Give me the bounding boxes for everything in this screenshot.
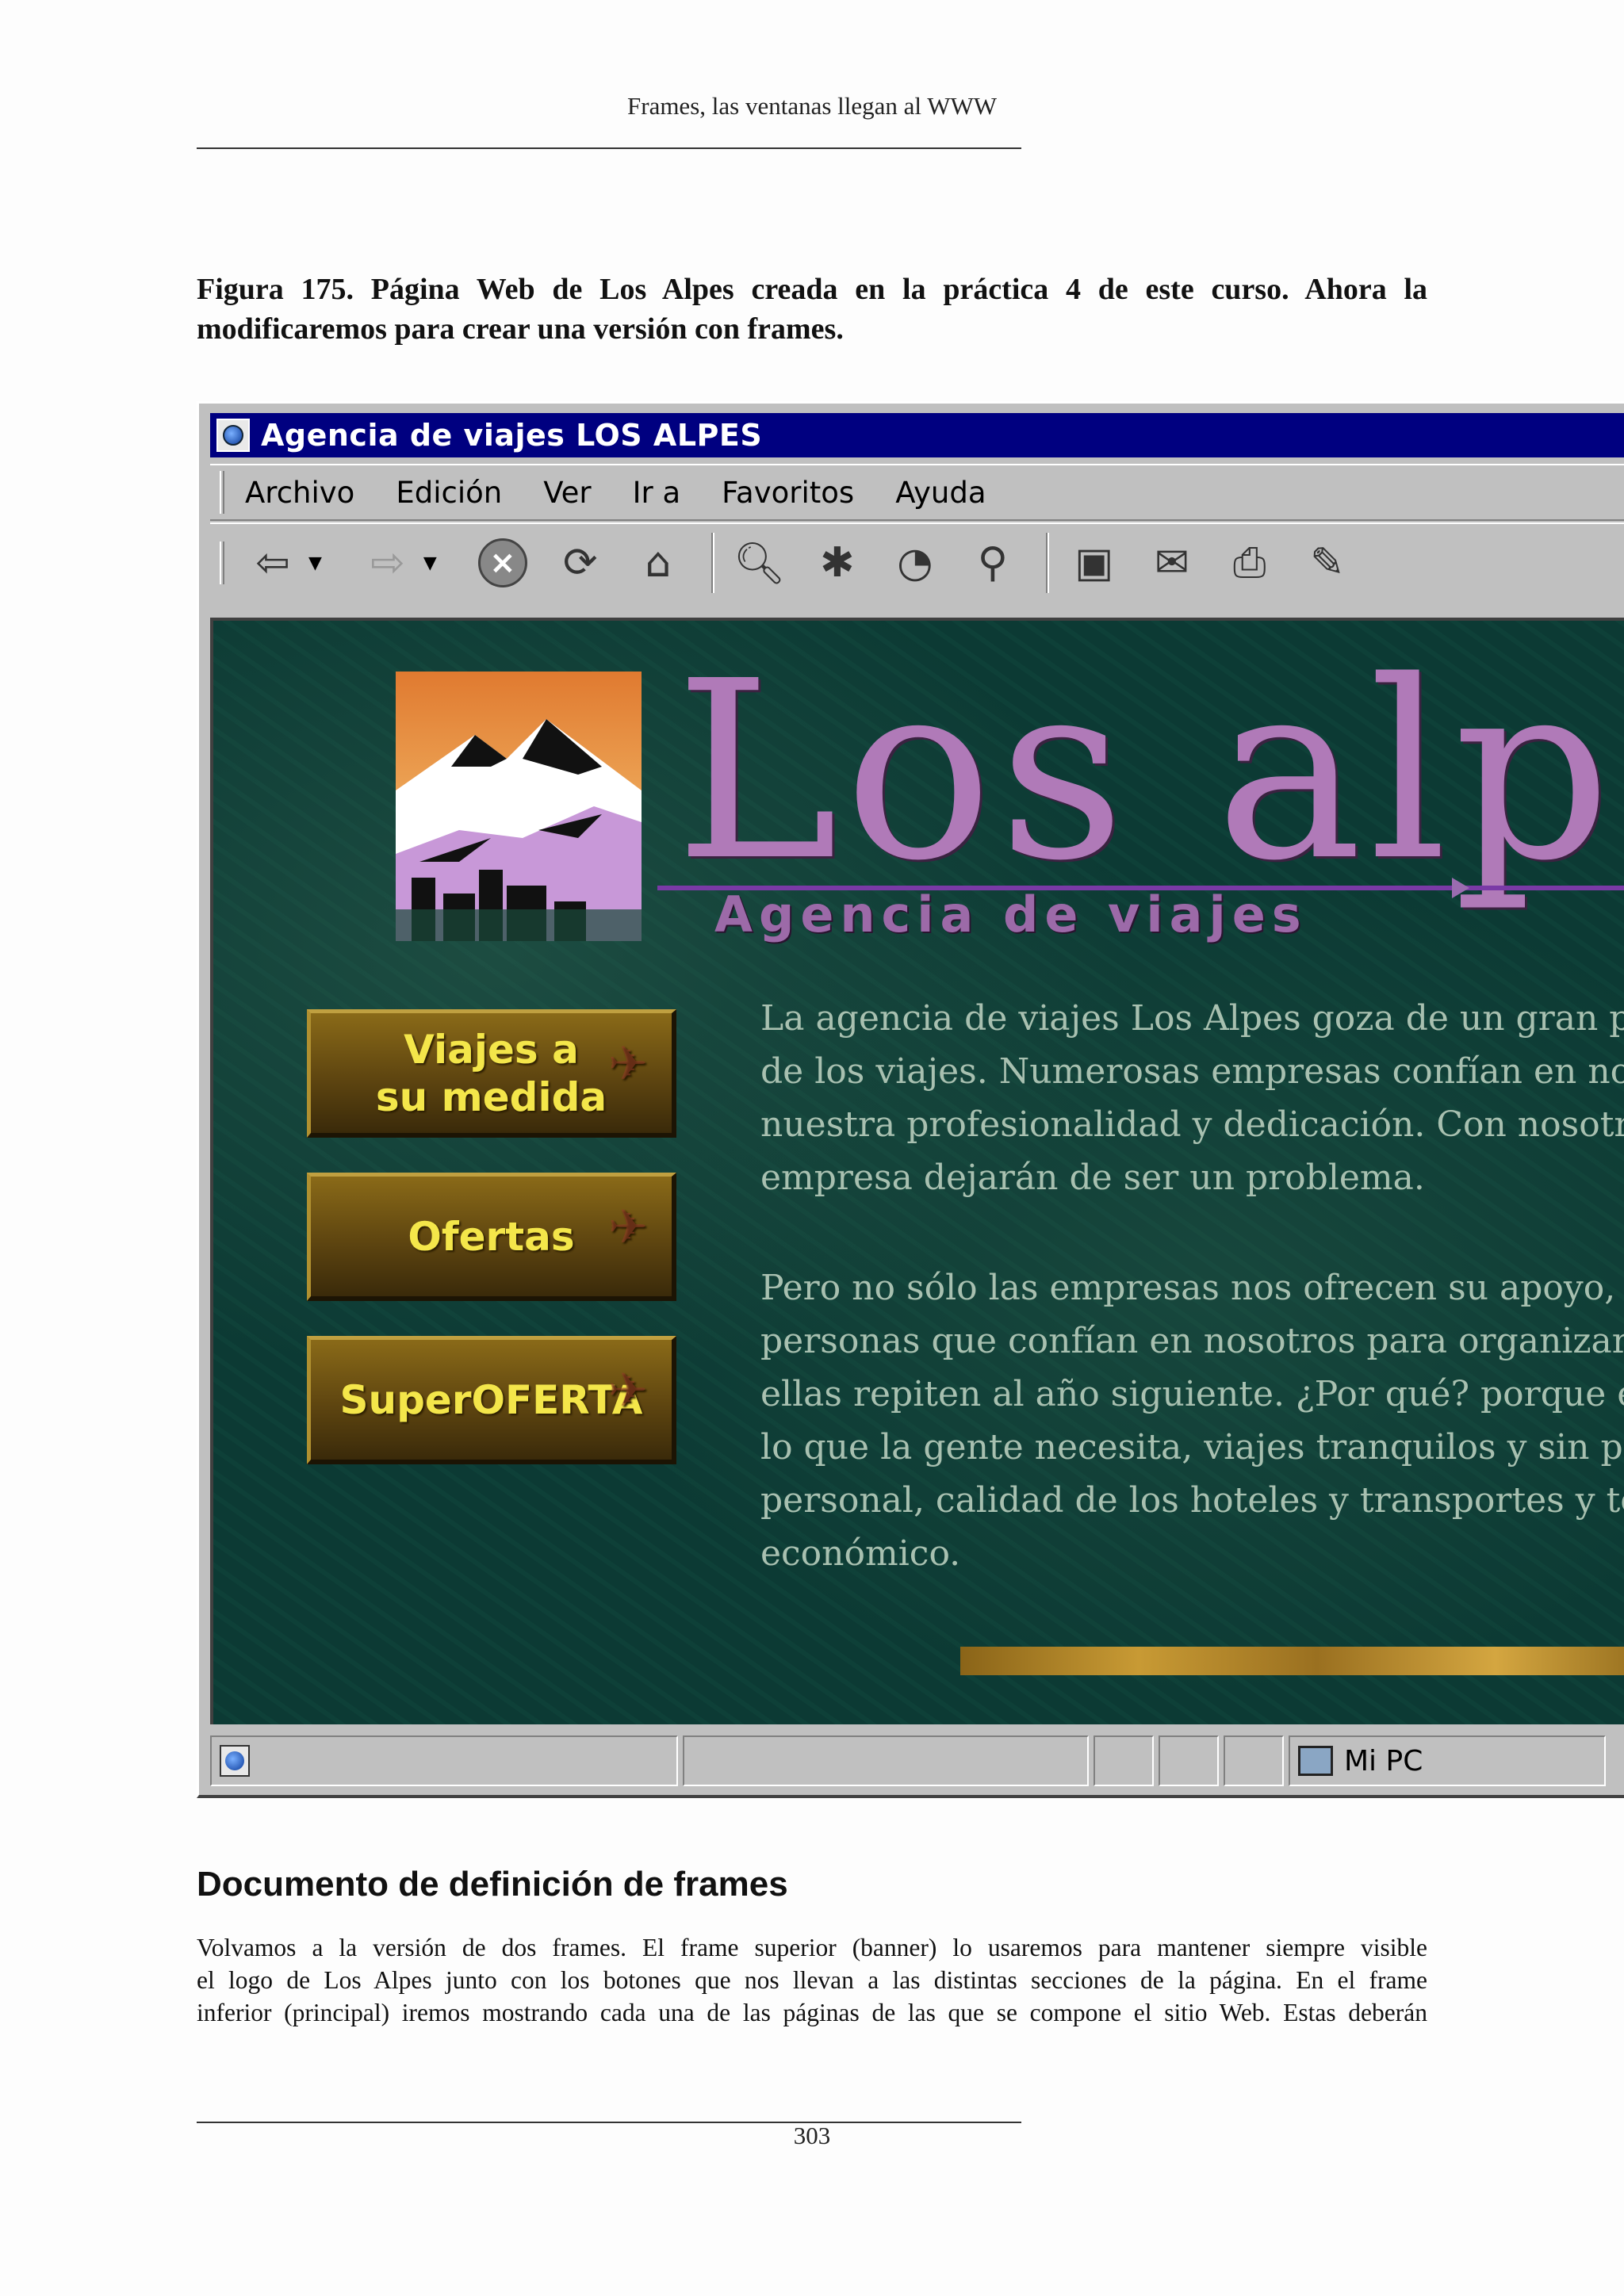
status-cell xyxy=(1094,1735,1154,1786)
refresh-icon[interactable]: ⟳ xyxy=(553,535,608,591)
toolbar-separator xyxy=(1045,533,1049,593)
nav-button-superoferta[interactable]: ✈ SuperOFERTA xyxy=(307,1336,676,1464)
toolbar-grip[interactable] xyxy=(220,471,224,514)
computer-icon xyxy=(1298,1746,1333,1776)
paragraph-line: Pero no sólo las empresas nos ofrecen su… xyxy=(760,1268,1624,1308)
forward-dropdown-icon[interactable]: ▼ xyxy=(423,553,437,573)
fullscreen-icon[interactable]: ▣ xyxy=(1067,535,1122,591)
window-title: Agencia de viajes LOS ALPES xyxy=(261,418,763,453)
forward-arrow-icon[interactable]: ⇨ xyxy=(360,535,416,591)
brand-underline-arrow xyxy=(1452,878,1469,898)
running-header: Frames, las ventanas llegan al WWW xyxy=(627,92,997,120)
menu-ir-a[interactable]: Ir a xyxy=(633,476,681,510)
toolbar: ⇦ ▼ ⇨ ▼ × ⟳ ⌂ 🔍︎ ✱ ◔ ⚲ ▣ ✉ ⎙ ✎ xyxy=(210,522,1624,602)
status-zone-label: Mi PC xyxy=(1344,1744,1423,1777)
nav-button-ofertas[interactable]: ✈ Ofertas xyxy=(307,1173,676,1301)
edit-icon[interactable]: ✎ xyxy=(1300,535,1355,591)
back-dropdown-icon[interactable]: ▼ xyxy=(308,553,322,573)
mountain-logo-image xyxy=(396,672,642,941)
paragraph-line: de los viajes. Numerosas empresas confía… xyxy=(760,1051,1624,1092)
print-icon[interactable]: ⎙ xyxy=(1222,535,1277,591)
status-bar: Mi PC xyxy=(210,1732,1624,1789)
channels-icon[interactable]: ⚲ xyxy=(965,535,1021,591)
status-main-cell xyxy=(210,1735,678,1786)
menu-bar: Archivo Edición Ver Ir a Favoritos Ayuda xyxy=(210,464,1624,521)
ie-icon xyxy=(216,419,250,452)
body-line: el logo de Los Alpes junto con los boton… xyxy=(197,1966,1427,1994)
header-rule xyxy=(197,147,1021,149)
menu-edicion[interactable]: Edición xyxy=(396,476,502,510)
paragraph-line: empresa dejarán de ser un problema. xyxy=(760,1158,1425,1198)
gold-divider-bar xyxy=(960,1647,1624,1675)
history-icon[interactable]: ◔ xyxy=(887,535,943,591)
menu-ayuda[interactable]: Ayuda xyxy=(895,476,986,510)
toolbar-grip[interactable] xyxy=(220,541,224,584)
menu-archivo[interactable]: Archivo xyxy=(245,476,354,510)
body-paragraph: Volvamos a la versión de dos frames. El … xyxy=(197,1931,1427,2029)
paragraph-line: económico. xyxy=(760,1533,961,1574)
window-titlebar: Agencia de viajes LOS ALPES xyxy=(210,413,1624,457)
body-line: Volvamos a la versión de dos frames. El … xyxy=(197,1934,1427,1961)
paragraph-line: nuestra profesionalidad y dedicación. Co… xyxy=(760,1104,1624,1145)
favorites-icon[interactable]: ✱ xyxy=(810,535,865,591)
intro-paragraph: La agencia de viajes Los Alpes goza de u… xyxy=(760,992,1624,1204)
paragraph-line: personal, calidad de los hoteles y trans… xyxy=(760,1480,1624,1521)
airplane-icon: ✈ xyxy=(607,1200,648,1255)
page-number: 303 xyxy=(793,2122,831,2149)
brand-title: Los alpes xyxy=(675,629,1624,915)
brand-tagline: Agencia de viajes xyxy=(714,886,1308,943)
web-content-pane: Los alpes Agencia de viajes ✈ Viajes a s… xyxy=(210,618,1624,1724)
body-line: inferior (principal) iremos mostrando ca… xyxy=(197,1999,1427,2026)
status-cell xyxy=(1159,1735,1219,1786)
airplane-icon: ✈ xyxy=(607,1363,648,1418)
second-paragraph: Pero no sólo las empresas nos ofrecen su… xyxy=(760,1261,1624,1580)
search-icon[interactable]: 🔍︎ xyxy=(732,535,787,591)
browser-screenshot: Agencia de viajes LOS ALPES Archivo Edic… xyxy=(197,401,1624,1798)
stop-icon[interactable]: × xyxy=(475,535,530,591)
status-zone-cell: Mi PC xyxy=(1289,1735,1606,1786)
paragraph-line: lo que la gente necesita, viajes tranqui… xyxy=(760,1427,1624,1468)
airplane-icon: ✈ xyxy=(607,1036,648,1092)
menu-favoritos[interactable]: Favoritos xyxy=(722,476,854,510)
nav-button-label: Viajes a su medida xyxy=(375,1026,607,1120)
nav-button-label: SuperOFERTA xyxy=(339,1376,643,1423)
paragraph-line: ellas repiten al año siguiente. ¿Por qué… xyxy=(760,1374,1624,1414)
nav-button-viajes[interactable]: ✈ Viajes a su medida xyxy=(307,1009,676,1138)
status-progress-cell xyxy=(683,1735,1089,1786)
paragraph-line: personas que confían en nosotros para or… xyxy=(760,1321,1624,1361)
paragraph-line: La agencia de viajes Los Alpes goza de u… xyxy=(760,998,1624,1039)
back-arrow-icon[interactable]: ⇦ xyxy=(245,535,301,591)
menu-ver[interactable]: Ver xyxy=(543,476,591,510)
figure-caption: Figura 175. Página Web de Los Alpes crea… xyxy=(197,273,1427,346)
nav-button-label: Ofertas xyxy=(408,1213,575,1260)
home-icon[interactable]: ⌂ xyxy=(630,535,686,591)
section-title: Documento de definición de frames xyxy=(197,1865,788,1904)
mail-icon[interactable]: ✉ xyxy=(1144,535,1200,591)
toolbar-separator xyxy=(710,533,714,593)
page-icon xyxy=(220,1745,250,1777)
status-cell xyxy=(1224,1735,1284,1786)
